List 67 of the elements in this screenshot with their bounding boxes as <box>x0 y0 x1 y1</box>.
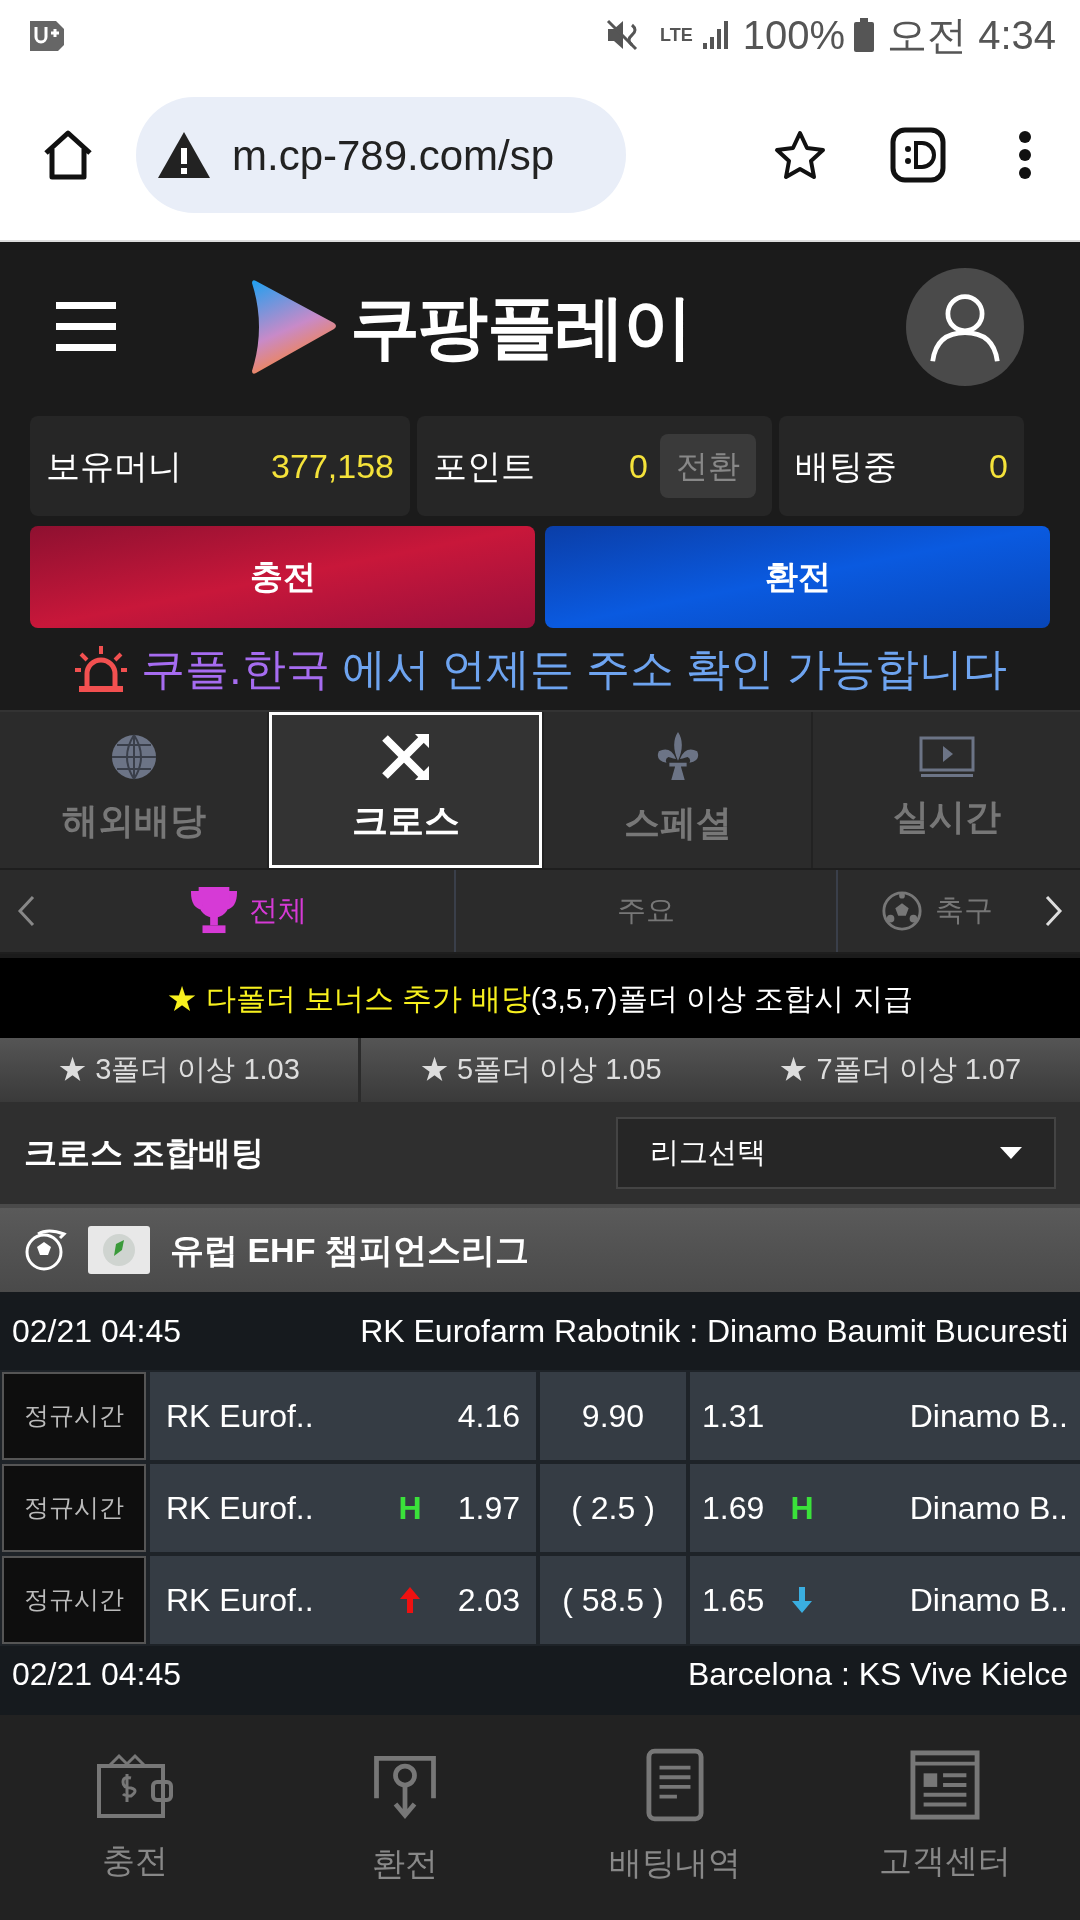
balance-label: 보유머니 <box>46 445 182 487</box>
tab-switcher-icon[interactable] <box>890 127 946 183</box>
away-odds-cell[interactable]: 1.69 H Dinamo B.. <box>690 1464 1080 1552</box>
newspaper-icon <box>910 1749 980 1820</box>
balance-value: 0 <box>989 445 1008 487</box>
balance-value: 0 <box>629 445 648 487</box>
away-odds-cell[interactable]: 1.31 Dinamo B.. <box>690 1372 1080 1460</box>
handball-icon <box>24 1228 68 1272</box>
deposit-button[interactable]: 충전 <box>30 526 535 628</box>
away-odds-cell[interactable]: 1.65 Dinamo B.. <box>690 1556 1080 1644</box>
document-icon <box>646 1747 704 1822</box>
trophy-icon <box>191 887 237 935</box>
address-bar[interactable]: m.cp-789.com/sp <box>136 97 626 213</box>
handicap-label: H <box>398 1489 422 1528</box>
balance-label: 배팅중 <box>795 445 897 487</box>
draw-odds-cell[interactable]: ( 58.5 ) <box>540 1556 686 1644</box>
period-label: 정규시간 <box>2 1464 146 1552</box>
period-label: 정규시간 <box>2 1372 146 1460</box>
arrow-down-icon <box>790 1585 814 1615</box>
bottom-nav-item[interactable]: 배팅내역 <box>540 1747 810 1888</box>
arrow-up-icon <box>398 1585 422 1615</box>
league-flag-icon <box>88 1226 150 1274</box>
network-type: LTE <box>660 26 693 44</box>
period-label: 정규시간 <box>2 1556 146 1644</box>
clock: 오전 4:34 <box>887 12 1056 59</box>
bottom-nav-item[interactable]: 환전 <box>270 1746 540 1889</box>
home-odds-cell[interactable]: RK Eurof.. 2.03 <box>150 1556 536 1644</box>
url-text: m.cp-789.com/sp <box>232 130 555 181</box>
draw-odds-cell[interactable]: ( 2.5 ) <box>540 1464 686 1552</box>
match-time: 02/21 04:45 <box>12 1655 182 1694</box>
site-logo[interactable]: 쿠팡플레이 <box>248 274 692 380</box>
menu-icon[interactable] <box>56 302 116 352</box>
bonus-tier-label: ★ 7폴더 이상 1.07 <box>779 1052 1022 1088</box>
withdraw-button[interactable]: 환전 <box>545 526 1050 628</box>
sport-filter[interactable]: 전체 <box>44 870 454 952</box>
match-teams: Barcelona : KS Vive Kielce <box>687 1655 1068 1694</box>
signal-icon <box>700 19 731 51</box>
handicap-label: H <box>790 1489 814 1528</box>
live-icon <box>918 736 975 778</box>
chevron-left-icon[interactable] <box>16 894 36 928</box>
league-select[interactable]: 리그선택 <box>616 1117 1056 1189</box>
bookmark-star-icon[interactable] <box>774 130 826 180</box>
warning-icon <box>156 130 212 180</box>
bonus-tier: ★ 3폴더 이상 1.03 <box>0 1038 358 1102</box>
bottom-nav-item[interactable]: 충전 <box>0 1749 270 1886</box>
match-time: 02/21 04:45 <box>12 1312 182 1351</box>
bonus-notice: ★ 다폴더 보너스 추가 배당(3,5,7)폴더 이상 조합시 지급 <box>167 980 913 1017</box>
league-name: 유럽 EHF 챔피언스리그 <box>170 1229 529 1271</box>
cross-icon <box>380 732 431 782</box>
bottom-nav-item[interactable]: 고객센터 <box>810 1749 1080 1886</box>
menu-icon[interactable] <box>1018 130 1032 180</box>
balance-value: 377,158 <box>271 445 394 487</box>
home-odds-cell[interactable]: RK Eurof.. H 1.97 <box>150 1464 536 1552</box>
battery-icon <box>853 17 876 53</box>
home-odds-cell[interactable]: RK Eurof.. 4.16 <box>150 1372 536 1460</box>
soccer-ball-icon <box>881 890 923 932</box>
address-notice: 쿠플.한국 에서 언제든 주소 확인 가능합니다 <box>141 643 1007 695</box>
category-tab[interactable]: 크로스 <box>269 712 542 868</box>
match-teams: RK Eurofarm Rabotnik : Dinamo Baumit Bucuresti <box>360 1312 1068 1351</box>
bonus-tier-label: ★ 5폴더 이상 1.05 <box>419 1052 662 1088</box>
chevron-right-icon[interactable] <box>1044 894 1064 928</box>
alarm-icon <box>73 644 130 694</box>
section-title: 크로스 조합배팅 <box>24 1133 266 1174</box>
dropdown-arrow-icon <box>1000 1147 1022 1159</box>
draw-odds-cell[interactable]: 9.90 <box>540 1372 686 1460</box>
battery-percent: 100% <box>742 12 846 59</box>
balance-label: 포인트 <box>433 445 535 487</box>
